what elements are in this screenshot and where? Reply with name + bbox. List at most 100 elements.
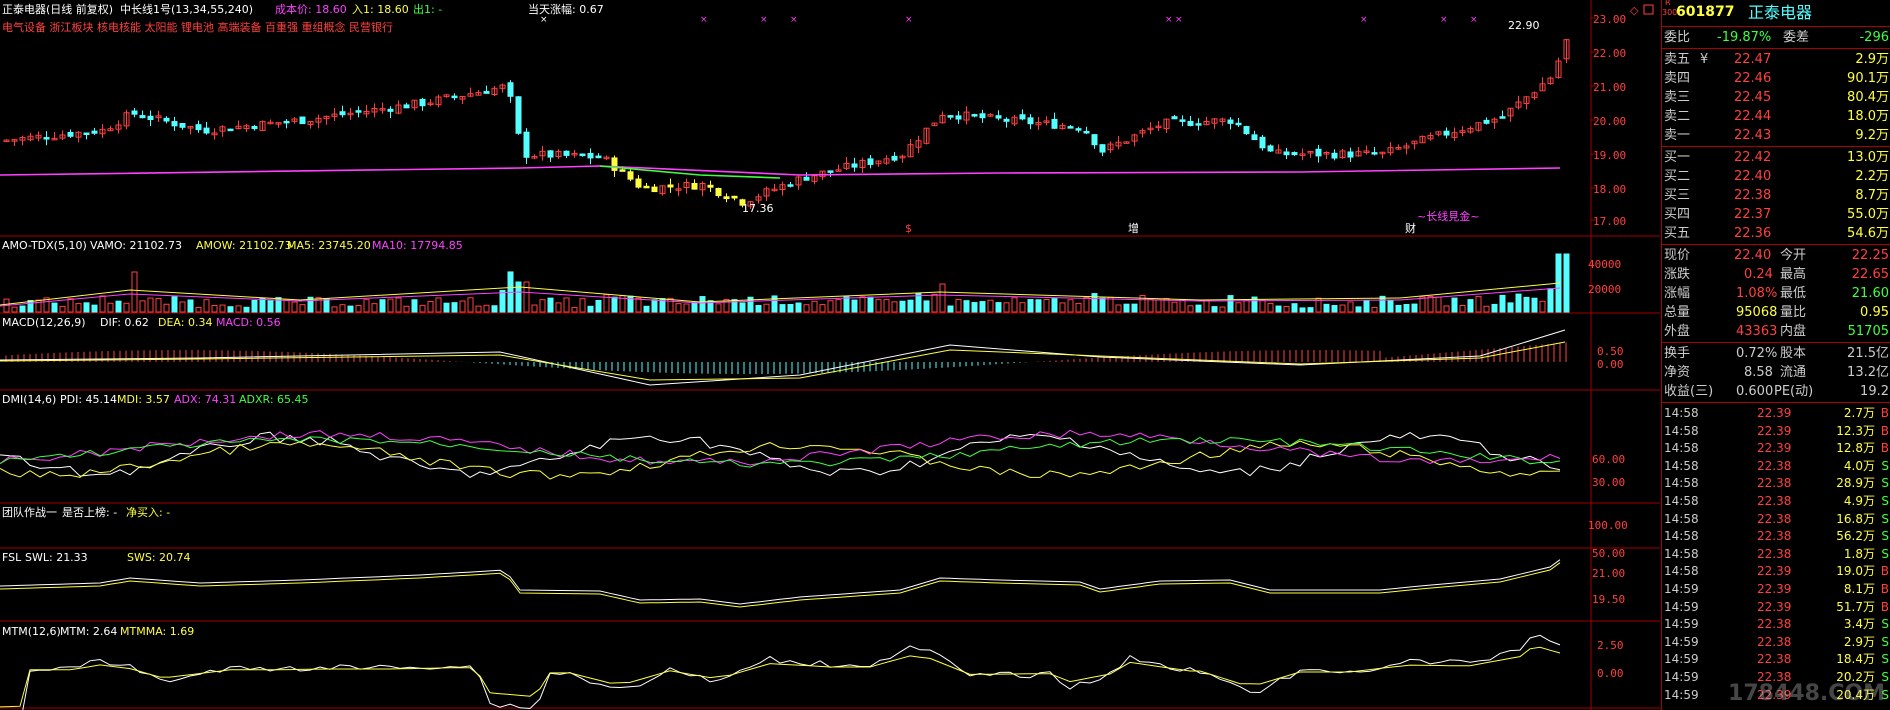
tick-row[interactable]: 14:58 22.38 56.2万 S bbox=[1662, 528, 1890, 545]
tick-time: 14:58 bbox=[1664, 511, 1699, 526]
stat-row: 收益(三) 0.600 PE(动) 19.2 bbox=[1662, 382, 1890, 401]
volume-bar bbox=[155, 298, 162, 313]
tick-row[interactable]: 14:58 22.39 2.7万 B bbox=[1662, 405, 1890, 422]
candle-body bbox=[691, 183, 698, 190]
price-tick: 20.00 bbox=[1593, 115, 1627, 128]
quote-panel: R 300 601877 正泰电器 委比 -19.87% 委差 -296 卖五 … bbox=[1661, 0, 1890, 710]
price-tick: 21.00 bbox=[1593, 81, 1627, 94]
volume-bar bbox=[291, 301, 298, 313]
ask-row[interactable]: 卖二 22.44 18.0万 bbox=[1662, 107, 1890, 126]
bid-row[interactable]: 买三 22.38 8.7万 bbox=[1662, 186, 1890, 205]
bid-row[interactable]: 买一 22.42 13.0万 bbox=[1662, 148, 1890, 167]
volume-bar bbox=[811, 300, 818, 313]
bid-row[interactable]: 买四 22.37 55.0万 bbox=[1662, 205, 1890, 224]
tick-row[interactable]: 14:58 22.38 4.0万 S bbox=[1662, 458, 1890, 475]
tick-row[interactable]: 14:58 22.38 28.9万 S bbox=[1662, 475, 1890, 492]
bid-volume: 13.0万 bbox=[1847, 150, 1889, 165]
bid-price: 22.36 bbox=[1734, 226, 1772, 241]
stat-row: 换手 0.72% 股本 21.5亿 bbox=[1662, 344, 1890, 363]
entry-label: 入1: 18.60 bbox=[352, 3, 409, 16]
stat-label: PE(动) bbox=[1774, 384, 1814, 399]
candle-body bbox=[131, 110, 138, 115]
volume-bar bbox=[171, 296, 178, 313]
tick-row[interactable]: 14:58 22.38 16.8万 S bbox=[1662, 511, 1890, 528]
dmi-pdi-line bbox=[0, 431, 1561, 478]
volume-bar bbox=[1019, 302, 1026, 313]
volume-bar bbox=[1435, 296, 1442, 313]
kline-chart-area[interactable]: × × × × × × × × × × ◇ 正泰电器(日线 前复权) 中长线1号(13,34,55,… bbox=[0, 0, 1660, 710]
commission-ratio-row: 委比 -19.87% 委差 -296 bbox=[1662, 28, 1890, 47]
volume-bar bbox=[211, 305, 218, 313]
commission-ratio-label: 委比 bbox=[1664, 30, 1691, 45]
candle-body bbox=[1091, 134, 1098, 146]
volume-bar bbox=[571, 307, 578, 313]
ask-row[interactable]: 卖五 ¥ 22.47 2.9万 bbox=[1662, 50, 1890, 69]
team-tick: 100.00 bbox=[1588, 519, 1628, 532]
r-badge-number: 300 bbox=[1662, 8, 1678, 17]
candle-body bbox=[563, 150, 570, 156]
commission-ratio-value: -19.87% bbox=[1717, 30, 1772, 45]
volume-bar bbox=[1363, 300, 1370, 313]
tick-time: 14:59 bbox=[1664, 599, 1699, 614]
tick-row[interactable]: 14:59 22.39 51.7万 B bbox=[1662, 599, 1890, 616]
volume-bar bbox=[923, 300, 930, 313]
macd-title: MACD(12,26,9) bbox=[2, 316, 86, 329]
tick-row[interactable]: 14:58 22.39 12.3万 B bbox=[1662, 423, 1890, 440]
chart-canvas[interactable]: × × × × × × × × × ×◇ bbox=[0, 0, 1660, 710]
commission-diff-value: -296 bbox=[1859, 30, 1889, 45]
candle-body bbox=[1051, 118, 1058, 129]
tick-row[interactable]: 14:58 22.39 19.0万 B bbox=[1662, 563, 1890, 580]
tick-volume: 2.9万 bbox=[1843, 634, 1875, 649]
dmi-pdi: PDI: 45.14 bbox=[60, 393, 118, 406]
quote-header[interactable]: R 300 601877 正泰电器 bbox=[1662, 0, 1890, 27]
volume-bar bbox=[331, 306, 338, 313]
volume-bar bbox=[883, 299, 890, 313]
volume-bar bbox=[1387, 299, 1394, 313]
volume-bar bbox=[1051, 298, 1058, 313]
fsl-tick: 21.00 bbox=[1592, 567, 1626, 580]
volume-bar bbox=[1171, 301, 1178, 313]
fsl-swl: SWL: 21.33 bbox=[25, 551, 88, 564]
tick-volume: 3.4万 bbox=[1843, 617, 1875, 632]
volume-bar bbox=[219, 304, 226, 313]
ask-row[interactable]: 卖三 22.45 80.4万 bbox=[1662, 88, 1890, 107]
bid-row[interactable]: 买五 22.36 54.6万 bbox=[1662, 224, 1890, 243]
volume-bar bbox=[635, 297, 642, 313]
volume-bar bbox=[835, 299, 842, 313]
volume-bar bbox=[339, 304, 346, 313]
tick-side: B bbox=[1880, 599, 1889, 614]
tick-price: 22.38 bbox=[1757, 511, 1792, 526]
tick-row[interactable]: 14:58 22.39 12.8万 B bbox=[1662, 440, 1890, 457]
tick-row[interactable]: 14:58 22.38 1.8万 S bbox=[1662, 546, 1890, 563]
volume-bar bbox=[131, 271, 138, 313]
tick-row[interactable]: 14:59 22.39 8.1万 B bbox=[1662, 581, 1890, 598]
candle-body bbox=[1251, 134, 1258, 141]
signal-marker: × bbox=[790, 15, 798, 25]
ask-row[interactable]: 卖一 22.43 9.2万 bbox=[1662, 126, 1890, 145]
bid-volume: 8.7万 bbox=[1855, 188, 1889, 203]
tick-row[interactable]: 14:58 22.38 4.9万 S bbox=[1662, 493, 1890, 510]
tick-row[interactable]: 14:59 22.38 18.4万 S bbox=[1662, 651, 1890, 668]
vol-ma5: MA5: 23745.20 bbox=[287, 239, 371, 252]
bid-row[interactable]: 买二 22.40 2.2万 bbox=[1662, 167, 1890, 186]
volume-bar bbox=[411, 299, 418, 313]
volume-bar bbox=[971, 302, 978, 313]
tick-side: B bbox=[1880, 564, 1889, 579]
volume-bar bbox=[1563, 253, 1570, 313]
volume-bar bbox=[787, 303, 794, 313]
tick-row[interactable]: 14:59 22.38 3.4万 S bbox=[1662, 616, 1890, 633]
candle-body bbox=[635, 178, 642, 188]
tick-price: 22.39 bbox=[1757, 599, 1792, 614]
volume-bar bbox=[867, 296, 874, 313]
stat-label: 现价 bbox=[1664, 248, 1691, 263]
ask-row[interactable]: 卖四 22.46 90.1万 bbox=[1662, 69, 1890, 88]
stat-value: 0.600 bbox=[1736, 384, 1774, 399]
candle-body bbox=[1099, 144, 1106, 153]
tick-row[interactable]: 14:59 22.38 2.9万 S bbox=[1662, 634, 1890, 651]
tick-volume: 12.8万 bbox=[1836, 441, 1875, 456]
candle-body bbox=[1259, 136, 1266, 149]
tick-side: S bbox=[1881, 494, 1889, 508]
volume-bar bbox=[1531, 297, 1538, 313]
fsl-swl-line bbox=[0, 559, 1561, 605]
candle-body bbox=[979, 113, 986, 119]
